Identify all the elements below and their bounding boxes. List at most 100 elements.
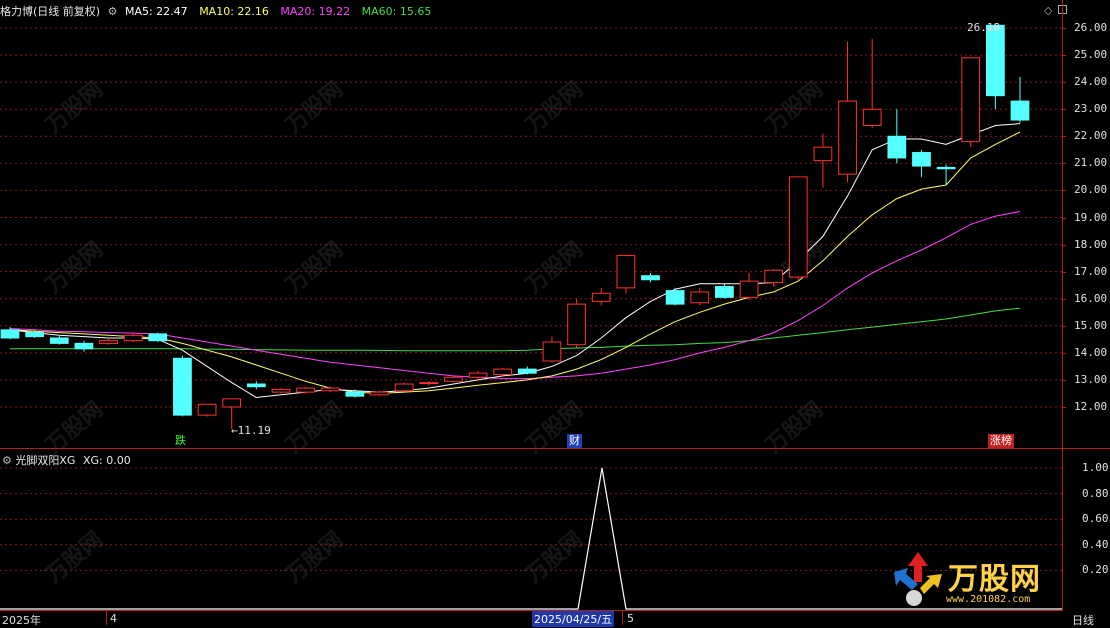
candle (173, 355, 192, 417)
candle-body (862, 108, 882, 126)
candle (739, 272, 759, 301)
price-tick-label: 23.00 (1074, 102, 1108, 116)
candle-body (222, 398, 242, 408)
candle-body (370, 391, 389, 396)
ma10-line (9, 131, 1021, 395)
price-tick-label: 15.00 (1074, 318, 1108, 332)
candle-body (99, 340, 118, 344)
candle-body (838, 100, 857, 175)
candle-body (468, 372, 488, 378)
candle-body (517, 368, 537, 374)
candle-body (985, 24, 1005, 97)
indicator-tick-label: 1.00 (1082, 461, 1109, 474)
candle (320, 386, 340, 393)
marker-die-badge[interactable]: 跌 (173, 434, 188, 448)
time-tick-line (622, 611, 623, 625)
candle (838, 41, 857, 183)
candle-body (74, 342, 94, 350)
candle (813, 133, 833, 188)
indicator-tick-label: 0.80 (1082, 486, 1109, 500)
candle-body (493, 368, 513, 376)
price-tick-label: 13.00 (1074, 372, 1108, 386)
price-tick-label: 25.00 (1074, 48, 1108, 62)
candle-body (246, 383, 266, 388)
candle (912, 149, 931, 177)
candlestick-chart[interactable] (0, 0, 1062, 448)
candle (591, 287, 611, 306)
candle-body (0, 329, 20, 339)
crosshair-date-label[interactable]: 2025/04/25/五 (532, 611, 615, 627)
candle-body (542, 341, 562, 362)
price-tick-label: 19.00 (1074, 210, 1108, 224)
candle-body (813, 146, 833, 162)
candle-body (49, 337, 69, 344)
ma5-line (9, 123, 1021, 399)
indicator-tick-label: 0.60 (1082, 512, 1109, 526)
price-tick-label: 18.00 (1074, 237, 1108, 251)
candle-body (912, 152, 931, 167)
candle (197, 403, 217, 417)
candle (616, 254, 636, 294)
candle (517, 366, 537, 375)
candle (493, 367, 513, 378)
candle (567, 298, 586, 348)
price-tick-label: 20.00 (1074, 183, 1108, 197)
candle (764, 268, 784, 287)
candle-body (690, 291, 710, 304)
candle-body (887, 135, 907, 159)
wangu-logo: 万股网 www.201082.com (888, 548, 1060, 612)
candle-body (173, 357, 192, 416)
candle-body (148, 333, 168, 342)
marker-zhangbang-badge[interactable]: 涨榜 (988, 434, 1014, 448)
price-tick-label: 21.00 (1074, 156, 1108, 170)
candle-body (394, 383, 414, 392)
candle (296, 386, 315, 394)
candle (74, 340, 94, 352)
marker-cai-badge[interactable]: 财 (567, 434, 582, 448)
high-price-label: 26.18 (967, 21, 1001, 34)
candle-body (616, 254, 636, 289)
candle (444, 375, 463, 383)
candle-body (961, 57, 981, 143)
indicator-tick-label: 0.20 (1082, 563, 1109, 577)
price-tick-label: 22.00 (1074, 129, 1108, 143)
candle-body (296, 387, 315, 393)
time-tick-line (106, 611, 107, 625)
candle (542, 336, 562, 363)
period-label[interactable]: 日线 (1072, 612, 1094, 628)
candle-body (936, 166, 956, 170)
candle-body (271, 388, 291, 393)
candle (665, 287, 685, 306)
candle-body (123, 334, 143, 342)
price-tick-label: 24.00 (1074, 75, 1108, 89)
candle (788, 176, 808, 280)
candle (271, 388, 291, 394)
candle-body (764, 269, 784, 283)
ma60-line (10, 307, 1021, 352)
candle (961, 57, 981, 148)
candle (49, 335, 69, 345)
candle-body (25, 332, 45, 338)
candle (690, 287, 710, 306)
candle (148, 332, 168, 343)
candle-body (320, 387, 340, 392)
ma20-line (9, 211, 1021, 380)
candle (862, 38, 882, 129)
candle (246, 381, 266, 390)
price-tick-label: 16.00 (1074, 291, 1108, 305)
candle-body (641, 275, 660, 281)
candle (123, 333, 143, 343)
price-tick-label: 12.00 (1074, 400, 1108, 413)
time-label-may: 5 (627, 612, 634, 625)
indicator-tick-label: 0.40 (1082, 537, 1109, 551)
candle-body (665, 290, 685, 305)
candle (715, 283, 734, 299)
candle (99, 337, 118, 345)
candle-body (739, 280, 759, 298)
candle-body (1010, 100, 1030, 121)
candle (419, 381, 439, 386)
candle-body (567, 303, 586, 346)
candle (985, 23, 1005, 110)
price-tick-label: 17.00 (1074, 264, 1108, 278)
time-label-april: 4 (110, 612, 117, 625)
